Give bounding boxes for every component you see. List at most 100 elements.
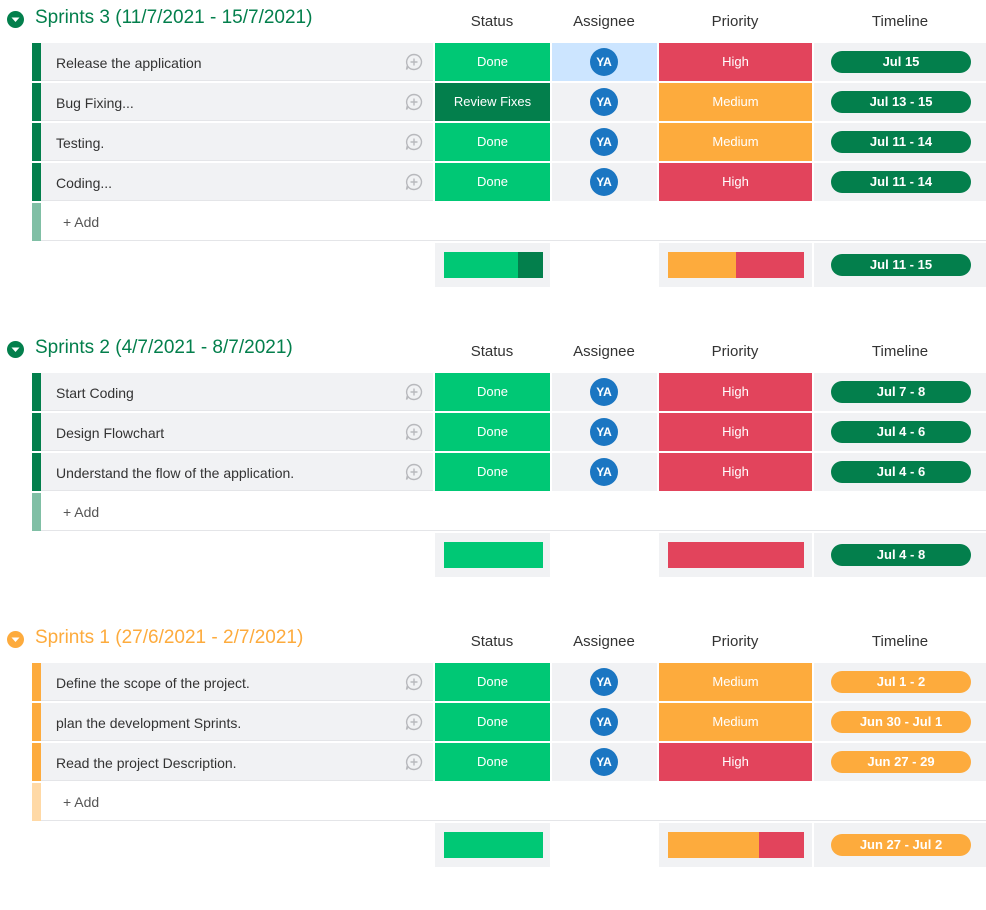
item-name-cell[interactable]: Design Flowchart <box>41 413 433 451</box>
table-row[interactable]: Understand the flow of the application. D… <box>32 453 986 491</box>
column-header-status[interactable]: Status <box>432 343 552 360</box>
item-name-cell[interactable]: Start Coding <box>41 373 433 411</box>
priority-cell[interactable]: Medium <box>659 703 812 741</box>
timeline-summary[interactable]: Jul 11 - 15 <box>814 243 986 287</box>
timeline-pill[interactable]: Jul 13 - 15 <box>831 91 971 113</box>
add-update-icon[interactable] <box>404 462 424 482</box>
priority-cell[interactable]: High <box>659 373 812 411</box>
timeline-summary-pill[interactable]: Jul 4 - 8 <box>831 544 971 566</box>
column-header-assignee[interactable]: Assignee <box>544 343 664 360</box>
item-name[interactable]: Read the project Description. <box>56 755 237 771</box>
item-name[interactable]: Release the application <box>56 55 202 71</box>
timeline-cell[interactable]: Jul 7 - 8 <box>814 373 986 411</box>
add-update-icon[interactable] <box>404 422 424 442</box>
status-cell[interactable]: Review Fixes <box>435 83 550 121</box>
table-row[interactable]: Define the scope of the project. Done YA Me… <box>32 663 986 701</box>
chevron-down-icon[interactable] <box>7 341 24 358</box>
table-row[interactable]: Start Coding Done YA High Jul 7 - 8 <box>32 373 986 411</box>
timeline-cell[interactable]: Jun 27 - 29 <box>814 743 986 781</box>
status-cell[interactable]: Done <box>435 373 550 411</box>
assignee-cell[interactable]: YA <box>552 453 657 491</box>
add-item-label[interactable]: + Add <box>63 794 99 810</box>
priority-cell[interactable]: Medium <box>659 663 812 701</box>
avatar[interactable]: YA <box>590 748 618 776</box>
column-header-priority[interactable]: Priority <box>675 633 795 650</box>
timeline-cell[interactable]: Jul 4 - 6 <box>814 413 986 451</box>
assignee-cell[interactable]: YA <box>552 743 657 781</box>
add-item-row[interactable]: + Add <box>32 783 986 821</box>
item-name[interactable]: Testing. <box>56 135 104 151</box>
timeline-pill[interactable]: Jul 7 - 8 <box>831 381 971 403</box>
priority-cell[interactable]: Medium <box>659 83 812 121</box>
timeline-pill[interactable]: Jun 27 - 29 <box>831 751 971 773</box>
avatar[interactable]: YA <box>590 378 618 406</box>
timeline-cell[interactable]: Jul 11 - 14 <box>814 163 986 201</box>
timeline-pill[interactable]: Jul 11 - 14 <box>831 171 971 193</box>
status-cell[interactable]: Done <box>435 123 550 161</box>
item-name[interactable]: Bug Fixing... <box>56 95 134 111</box>
add-item-input[interactable]: + Add <box>41 493 986 531</box>
timeline-cell[interactable]: Jul 11 - 14 <box>814 123 986 161</box>
status-summary[interactable] <box>435 823 550 867</box>
item-name-cell[interactable]: Coding... <box>41 163 433 201</box>
item-name-cell[interactable]: plan the development Sprints. <box>41 703 433 741</box>
priority-cell[interactable]: High <box>659 43 812 81</box>
add-update-icon[interactable] <box>404 92 424 112</box>
group-title[interactable]: Sprints 2 (4/7/2021 - 8/7/2021) <box>35 337 293 359</box>
chevron-down-icon[interactable] <box>7 11 24 28</box>
column-header-priority[interactable]: Priority <box>675 13 795 30</box>
avatar[interactable]: YA <box>590 128 618 156</box>
chevron-down-icon[interactable] <box>7 631 24 648</box>
status-cell[interactable]: Done <box>435 453 550 491</box>
timeline-cell[interactable]: Jul 15 <box>814 43 986 81</box>
avatar[interactable]: YA <box>590 668 618 696</box>
table-row[interactable]: Testing. Done YA Medium Jul 11 - 14 <box>32 123 986 161</box>
timeline-pill[interactable]: Jul 4 - 6 <box>831 461 971 483</box>
status-cell[interactable]: Done <box>435 743 550 781</box>
priority-summary[interactable] <box>659 533 812 577</box>
assignee-cell[interactable]: YA <box>552 413 657 451</box>
item-name[interactable]: Start Coding <box>56 385 134 401</box>
item-name-cell[interactable]: Bug Fixing... <box>41 83 433 121</box>
timeline-cell[interactable]: Jun 30 - Jul 1 <box>814 703 986 741</box>
timeline-summary-pill[interactable]: Jun 27 - Jul 2 <box>831 834 971 856</box>
avatar[interactable]: YA <box>590 708 618 736</box>
priority-summary[interactable] <box>659 243 812 287</box>
avatar[interactable]: YA <box>590 168 618 196</box>
add-item-label[interactable]: + Add <box>63 214 99 230</box>
avatar[interactable]: YA <box>590 418 618 446</box>
assignee-cell[interactable]: YA <box>552 703 657 741</box>
timeline-cell[interactable]: Jul 4 - 6 <box>814 453 986 491</box>
priority-cell[interactable]: High <box>659 453 812 491</box>
table-row[interactable]: Design Flowchart Done YA High Jul 4 - 6 <box>32 413 986 451</box>
assignee-cell[interactable]: YA <box>552 163 657 201</box>
assignee-cell[interactable]: YA <box>552 43 657 81</box>
item-name-cell[interactable]: Understand the flow of the application. <box>41 453 433 491</box>
assignee-cell[interactable]: YA <box>552 663 657 701</box>
add-item-input[interactable]: + Add <box>41 783 986 821</box>
timeline-pill[interactable]: Jul 1 - 2 <box>831 671 971 693</box>
add-item-row[interactable]: + Add <box>32 203 986 241</box>
item-name-cell[interactable]: Release the application <box>41 43 433 81</box>
timeline-pill[interactable]: Jul 4 - 6 <box>831 421 971 443</box>
timeline-cell[interactable]: Jul 13 - 15 <box>814 83 986 121</box>
table-row[interactable]: Read the project Description. Done YA High J… <box>32 743 986 781</box>
timeline-pill[interactable]: Jul 15 <box>831 51 971 73</box>
timeline-cell[interactable]: Jul 1 - 2 <box>814 663 986 701</box>
item-name-cell[interactable]: Read the project Description. <box>41 743 433 781</box>
status-summary[interactable] <box>435 243 550 287</box>
timeline-summary[interactable]: Jun 27 - Jul 2 <box>814 823 986 867</box>
column-header-timeline[interactable]: Timeline <box>840 633 960 650</box>
assignee-cell[interactable]: YA <box>552 83 657 121</box>
table-row[interactable]: Coding... Done YA High Jul 11 - 14 <box>32 163 986 201</box>
item-name[interactable]: Design Flowchart <box>56 425 164 441</box>
table-row[interactable]: Bug Fixing... Review Fixes YA Medium Jul 13 … <box>32 83 986 121</box>
add-item-input[interactable]: + Add <box>41 203 986 241</box>
priority-cell[interactable]: High <box>659 163 812 201</box>
group-title[interactable]: Sprints 3 (11/7/2021 - 15/7/2021) <box>35 7 312 29</box>
table-row[interactable]: Release the application Done YA High Jul 15 <box>32 43 986 81</box>
timeline-summary[interactable]: Jul 4 - 8 <box>814 533 986 577</box>
add-update-icon[interactable] <box>404 712 424 732</box>
priority-cell[interactable]: High <box>659 413 812 451</box>
status-summary[interactable] <box>435 533 550 577</box>
